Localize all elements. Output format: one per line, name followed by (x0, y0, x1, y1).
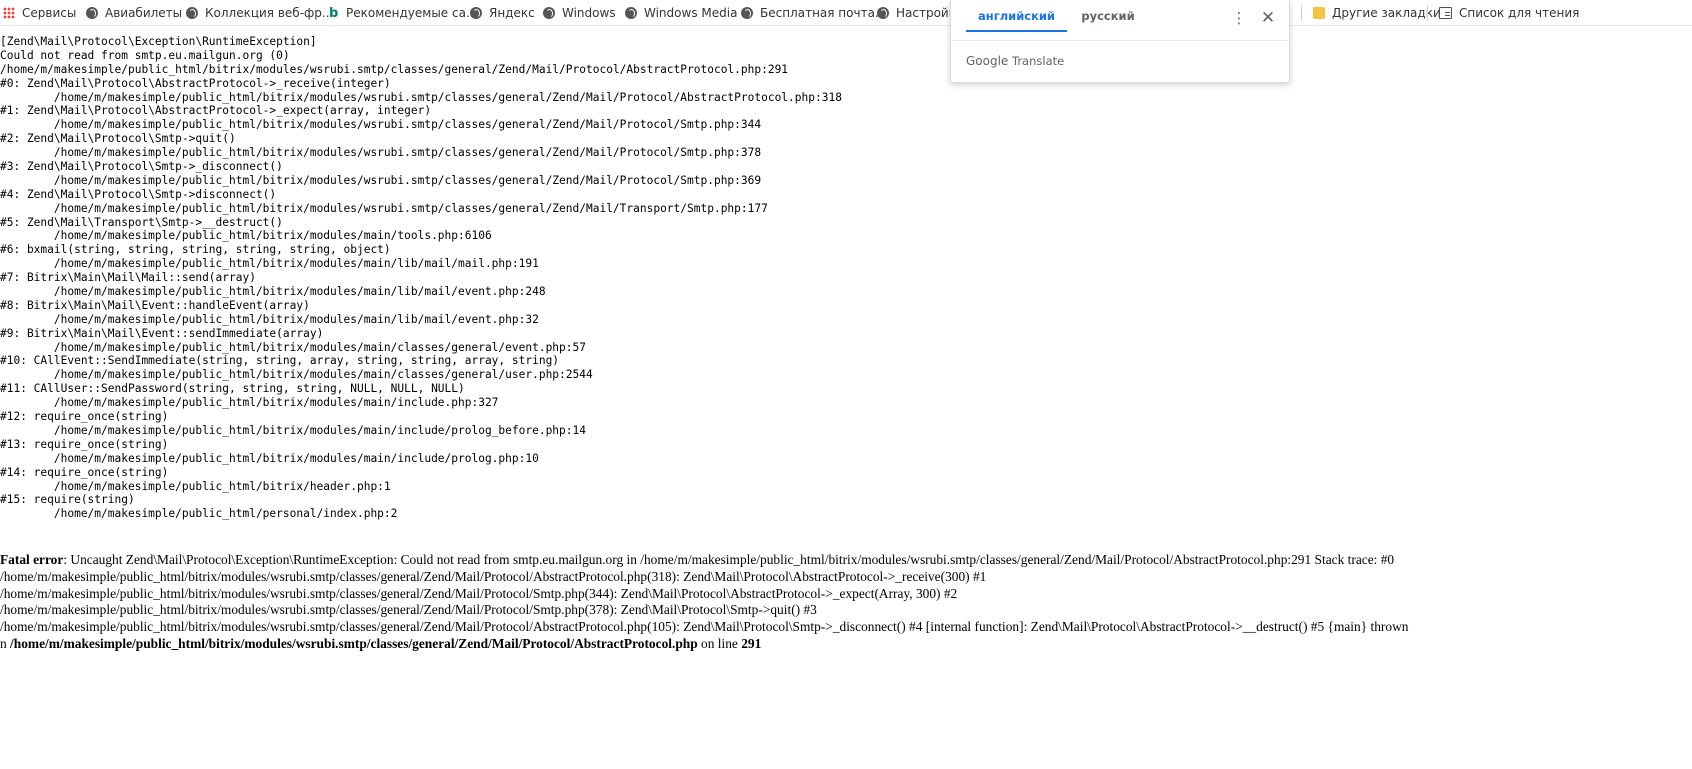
stack-trace: [Zend\Mail\Protocol\Exception\RuntimeExc… (0, 35, 842, 521)
bookmark-label: Сервисы (22, 6, 77, 20)
trace-line: #15: require(string) (0, 493, 135, 507)
trace-line: #1: Zend\Mail\Protocol\AbstractProtocol-… (0, 104, 432, 118)
bookmark-services[interactable]: Сервисы (3, 0, 76, 26)
trace-line: /home/m/makesimple/public_html/bitrix/mo… (0, 340, 586, 354)
globe-icon (877, 7, 889, 19)
bookmark-label: Другие закладки (1332, 6, 1441, 20)
bookmark-other-folder[interactable]: Другие закладки (1313, 0, 1441, 26)
tab-english[interactable]: английский (966, 0, 1067, 32)
trace-line: /home/m/makesimple/public_html/bitrix/mo… (0, 368, 593, 382)
trace-line: /home/m/makesimple/public_html/bitrix/mo… (0, 173, 762, 187)
fatal-line: Fatal error: Uncaught Zend\Mail\Protocol… (0, 552, 1572, 569)
fatal-line: /home/m/makesimple/public_html/bitrix/mo… (0, 568, 987, 584)
bookmarks-bar: Сервисы Авиабилеты Коллекция веб-фр... b… (0, 0, 1692, 26)
fatal-error-message: Fatal error: Uncaught Zend\Mail\Protocol… (0, 552, 1572, 653)
fatal-line: /home/m/makesimple/public_html/bitrix/mo… (0, 602, 817, 618)
trace-line: #11: CAllUser::SendPassword(string, stri… (0, 382, 465, 396)
bookmark-label: Windows Media (644, 6, 738, 20)
trace-line: #6: bxmail(string, string, string, strin… (0, 243, 391, 257)
bookmark-label: Коллекция веб-фр... (205, 6, 334, 20)
folder-icon (1313, 7, 1325, 19)
bing-icon: b (329, 5, 339, 21)
tab-russian[interactable]: русский (1072, 0, 1144, 32)
globe-icon (186, 7, 198, 19)
bookmark-recommended-sites[interactable]: b Рекомендуемые са... (329, 0, 477, 26)
fatal-text: : Uncaught Zend\Mail\Protocol\Exception\… (63, 552, 1395, 567)
bookmark-flights[interactable]: Авиабилеты (86, 0, 182, 26)
trace-line: /home/m/makesimple/public_html/bitrix/mo… (0, 62, 789, 76)
bookmark-free-mail[interactable]: Бесплатная почта... (741, 0, 886, 26)
trace-line: /home/m/makesimple/public_html/bitrix/he… (0, 479, 391, 493)
trace-line: /home/m/makesimple/public_html/bitrix/mo… (0, 257, 539, 271)
trace-line: #12: require_once(string) (0, 410, 169, 424)
bookmark-windows[interactable]: Windows (543, 0, 616, 26)
trace-line: #7: Bitrix\Main\Mail\Mail::send(array) (0, 271, 256, 285)
google-logo-text: Google (966, 54, 1009, 68)
fatal-line: /home/m/makesimple/public_html/bitrix/mo… (0, 619, 1409, 635)
trace-line: #9: Bitrix\Main\Mail\Event::sendImmediat… (0, 326, 324, 340)
bookmark-yandex[interactable]: Яндекс (470, 0, 535, 26)
translate-popup: английский русский ⋮ ✕ Google Translate (950, 0, 1290, 83)
google-translate-brand: Google Translate (966, 54, 1064, 68)
trace-line: #3: Zend\Mail\Protocol\Smtp->_disconnect… (0, 160, 283, 174)
bookmarks-separator (1301, 5, 1302, 21)
fatal-line-number: 291 (741, 635, 762, 651)
globe-icon (741, 7, 753, 19)
reading-list-icon (1439, 7, 1452, 19)
trace-line: #2: Zend\Mail\Protocol\Smtp->quit() (0, 132, 236, 146)
trace-line: #5: Zend\Mail\Transport\Smtp->__destruct… (0, 215, 283, 229)
trace-line: /home/m/makesimple/public_html/bitrix/mo… (0, 396, 499, 410)
more-vert-icon[interactable]: ⋮ (1229, 8, 1249, 28)
bookmark-label: Яндекс (489, 6, 535, 20)
reading-list-button[interactable]: Список для чтения (1439, 0, 1579, 26)
globe-icon (470, 7, 482, 19)
trace-line: /home/m/makesimple/public_html/bitrix/mo… (0, 90, 842, 104)
trace-line: /home/m/makesimple/public_html/bitrix/mo… (0, 312, 539, 326)
active-tab-indicator (966, 30, 1067, 32)
trace-line: #14: require_once(string) (0, 465, 169, 479)
trace-line: /home/m/makesimple/public_html/bitrix/mo… (0, 423, 586, 437)
trace-line: /home/m/makesimple/public_html/personal/… (0, 507, 398, 521)
close-icon[interactable]: ✕ (1258, 8, 1278, 28)
trace-line: /home/m/makesimple/public_html/bitrix/mo… (0, 146, 762, 160)
trace-line: Could not read from smtp.eu.mailgun.org … (0, 48, 290, 62)
bookmark-label: Авиабилеты (105, 6, 183, 20)
bookmark-web-fragments[interactable]: Коллекция веб-фр... (186, 0, 333, 26)
trace-line: /home/m/makesimple/public_html/bitrix/mo… (0, 118, 762, 132)
globe-icon (625, 7, 637, 19)
globe-icon (543, 7, 555, 19)
trace-line: /home/m/makesimple/public_html/bitrix/mo… (0, 285, 546, 299)
trace-line: #8: Bitrix\Main\Mail\Event::handleEvent(… (0, 298, 310, 312)
apps-grid-icon (3, 7, 15, 19)
bookmark-label: Бесплатная почта... (760, 6, 887, 20)
fatal-file: /home/m/makesimple/public_html/bitrix/mo… (10, 635, 698, 651)
fatal-line: /home/m/makesimple/public_html/bitrix/mo… (0, 585, 958, 601)
bookmark-label: Windows (562, 6, 616, 20)
trace-line: /home/m/makesimple/public_html/bitrix/mo… (0, 451, 539, 465)
trace-line: /home/m/makesimple/public_html/bitrix/mo… (0, 201, 768, 215)
trace-line: [Zend\Mail\Protocol\Exception\RuntimeExc… (0, 35, 317, 48)
trace-line: #0: Zend\Mail\Protocol\AbstractProtocol-… (0, 76, 391, 90)
bookmark-label: Рекомендуемые са... (346, 6, 478, 20)
bookmark-label: Список для чтения (1459, 6, 1580, 20)
translate-text: Translate (1011, 54, 1065, 68)
trace-line: #10: CAllEvent::SendImmediate(string, st… (0, 354, 560, 368)
bookmarks-separator (1427, 5, 1428, 21)
trace-line: /home/m/makesimple/public_html/bitrix/mo… (0, 229, 492, 243)
popup-divider (951, 40, 1289, 41)
fatal-text: n (0, 635, 11, 651)
fatal-error-label: Fatal error (0, 552, 64, 567)
fatal-line: n /home/m/makesimple/public_html/bitrix/… (0, 636, 1572, 653)
trace-line: #4: Zend\Mail\Protocol\Smtp->disconnect(… (0, 187, 277, 201)
globe-icon (86, 7, 98, 19)
trace-line: #13: require_once(string) (0, 437, 169, 451)
bookmark-windows-media[interactable]: Windows Media (625, 0, 737, 26)
fatal-text: on line (697, 635, 742, 651)
